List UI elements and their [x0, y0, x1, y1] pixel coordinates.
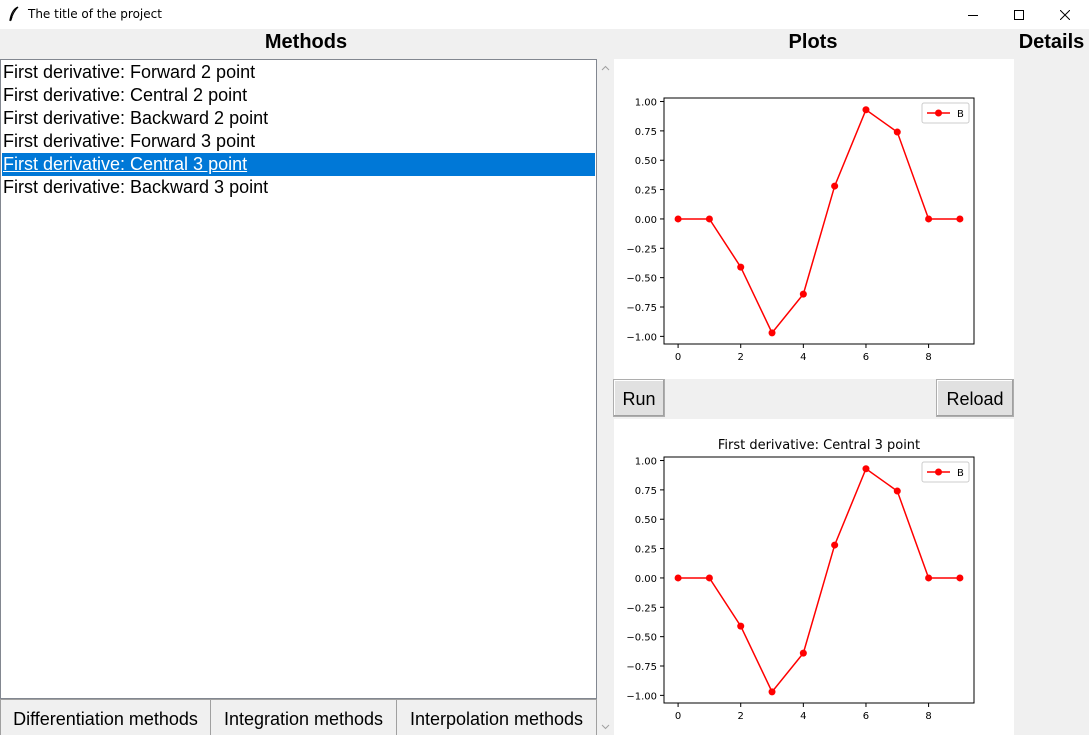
list-item[interactable]: First derivative: Forward 3 point: [2, 130, 595, 153]
list-item[interactable]: First derivative: Backward 2 point: [2, 107, 595, 130]
legend-label: B: [957, 109, 964, 120]
y-tick-label: −0.75: [626, 303, 657, 314]
chart-title: First derivative: Central 3 point: [718, 438, 920, 453]
close-button[interactable]: [1042, 0, 1088, 29]
y-tick-label: −0.50: [626, 274, 657, 285]
y-tick-label: −0.25: [626, 244, 657, 255]
y-tick-label: 0.25: [635, 545, 657, 556]
maximize-button[interactable]: [996, 0, 1042, 29]
legend-label: B: [957, 468, 964, 479]
tab-integration[interactable]: Integration methods: [210, 699, 397, 735]
list-item-label: First derivative: Backward 2 point: [3, 108, 269, 128]
y-tick-label: 0.00: [635, 215, 657, 226]
x-tick-label: 4: [800, 711, 806, 722]
data-point: [705, 215, 713, 223]
data-point: [799, 290, 807, 298]
data-point: [831, 182, 839, 190]
list-item-label: First derivative: Forward 3 point: [3, 131, 256, 151]
list-item[interactable]: First derivative: Central 2 point: [2, 84, 595, 107]
list-item[interactable]: First derivative: Backward 3 point: [2, 176, 595, 199]
data-point: [893, 128, 901, 136]
list-item-selected[interactable]: First derivative: Central 3 point: [2, 153, 595, 176]
x-tick-label: 2: [738, 711, 744, 722]
plot-bottom: First derivative: Central 3 point 1.00 0.7…: [614, 419, 1014, 735]
data-point: [705, 574, 713, 582]
y-tick-label: −0.75: [626, 662, 657, 673]
close-icon: [1060, 9, 1070, 20]
list-item-label: First derivative: Central 3 point: [3, 154, 248, 174]
y-tick-label: 0.25: [635, 186, 657, 197]
y-tick-label: 1.00: [635, 457, 657, 468]
y-tick-label: 1.00: [635, 98, 657, 109]
data-point: [925, 574, 933, 582]
x-tick-label: 8: [925, 352, 931, 363]
maximize-icon: [1014, 9, 1024, 20]
chart-top: 1.00 0.75 0.50 0.25 0.00 −0.25 −0.50 −0.75 −1.00…: [626, 97, 975, 363]
y-tick-label: 0.75: [635, 486, 657, 497]
reload-button[interactable]: Reload: [936, 379, 1014, 417]
scroll-down-icon[interactable]: [600, 721, 611, 732]
x-tick-label: 2: [738, 352, 744, 363]
data-point: [674, 215, 682, 223]
y-tick-label: 0.50: [635, 515, 657, 526]
y-tick-label: −0.50: [626, 633, 657, 644]
data-point: [862, 465, 870, 473]
details-panel: [1014, 29, 1089, 735]
data-point: [768, 329, 776, 337]
x-tick-label: 6: [863, 711, 869, 722]
window-title: The title of the project: [28, 7, 162, 21]
data-point: [737, 263, 745, 271]
x-tick-label: 0: [675, 711, 681, 722]
x-tick-label: 0: [675, 352, 681, 363]
data-point: [799, 649, 807, 657]
y-tick-label: −0.25: [626, 603, 657, 614]
y-tick-label: 0.00: [635, 574, 657, 585]
list-item-label: First derivative: Backward 3 point: [3, 177, 269, 197]
x-tick-label: 8: [925, 711, 931, 722]
x-tick-label: 6: [863, 352, 869, 363]
x-tick-label: 4: [800, 352, 806, 363]
data-point: [956, 215, 964, 223]
data-point: [956, 574, 964, 582]
chart-bottom: First derivative: Central 3 point 1.00 0.7…: [626, 438, 975, 722]
plot-top: 1.00 0.75 0.50 0.25 0.00 −0.25 −0.50 −0.75 −1.00…: [614, 59, 1014, 379]
list-item-label: First derivative: Central 2 point: [3, 85, 248, 105]
minimize-icon: [968, 14, 978, 16]
y-tick-label: 0.75: [635, 127, 657, 138]
data-point: [831, 541, 839, 549]
details-heading: Details: [1018, 31, 1085, 53]
y-tick-label: −1.00: [626, 332, 657, 343]
tab-differentiation[interactable]: Differentiation methods: [0, 699, 211, 735]
data-point: [862, 106, 870, 114]
data-point: [737, 622, 745, 630]
title-bar: The title of the project: [0, 0, 1089, 29]
data-point: [768, 688, 776, 696]
plots-scrollbar[interactable]: [597, 59, 614, 735]
tab-interpolation[interactable]: Interpolation methods: [396, 699, 597, 735]
feather-icon: [9, 6, 19, 22]
run-button[interactable]: Run: [613, 379, 665, 417]
list-item[interactable]: First derivative: Forward 2 point: [2, 61, 595, 84]
y-tick-label: −1.00: [626, 691, 657, 702]
data-point: [925, 215, 933, 223]
list-item-label: First derivative: Forward 2 point: [3, 62, 256, 82]
scroll-up-icon[interactable]: [600, 63, 611, 74]
legend-marker: [935, 109, 942, 117]
plots-heading: Plots: [788, 31, 838, 53]
methods-listbox[interactable]: First derivative: Forward 2 point First …: [0, 59, 597, 699]
data-point: [893, 487, 901, 495]
methods-heading: Methods: [264, 31, 348, 53]
data-point: [674, 574, 682, 582]
minimize-button[interactable]: [950, 0, 996, 29]
legend-marker: [935, 468, 942, 476]
y-tick-label: 0.50: [635, 156, 657, 167]
